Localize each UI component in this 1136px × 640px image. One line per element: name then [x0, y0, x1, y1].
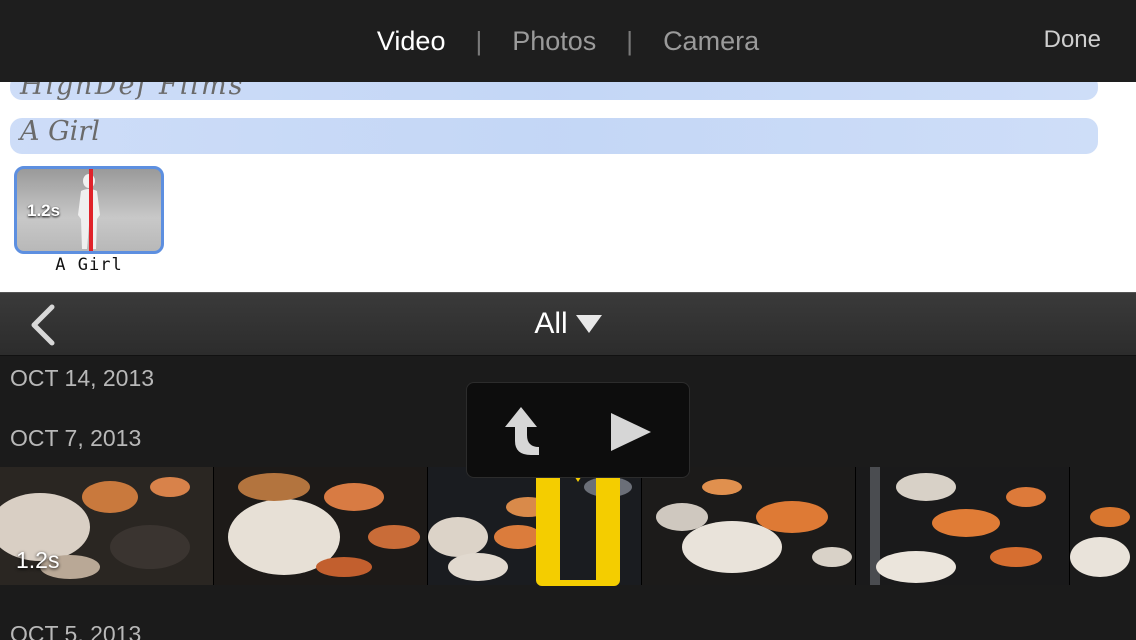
- clip-duration: 1.2s: [16, 547, 60, 573]
- filter-label: All: [534, 307, 568, 340]
- chevron-left-icon[interactable]: [24, 303, 64, 347]
- triangle-down-icon: [575, 315, 602, 333]
- video-frame: [214, 467, 428, 585]
- tab-separator: |: [475, 25, 483, 56]
- tab-video[interactable]: Video: [347, 26, 476, 57]
- playhead-marker: [89, 169, 93, 251]
- storyboard-title: HighDef Films: [20, 82, 245, 101]
- clip-duration: 1.2s: [27, 201, 61, 220]
- date-header: OCT 5, 2013: [10, 621, 142, 640]
- tab-camera[interactable]: Camera: [633, 26, 789, 57]
- clip-action-popover: [466, 382, 690, 478]
- video-frame: [856, 467, 1070, 585]
- date-header: OCT 14, 2013: [10, 365, 155, 391]
- top-bar: Video | Photos | Camera Done: [0, 0, 1136, 82]
- insert-arrow-icon[interactable]: [501, 405, 561, 459]
- clip-selection-handle[interactable]: [536, 466, 620, 586]
- tab-photos[interactable]: Photos: [482, 26, 626, 57]
- shot-title: A Girl: [20, 116, 100, 147]
- paint-band: [10, 118, 1098, 154]
- tab-separator: |: [626, 25, 634, 56]
- play-icon[interactable]: [601, 405, 661, 459]
- video-frame: [1070, 467, 1136, 585]
- media-browser-header: All: [0, 292, 1136, 356]
- storyboard-clip[interactable]: 1.2s: [14, 166, 164, 254]
- date-header: OCT 7, 2013: [10, 425, 142, 451]
- clip-label: A Girl: [55, 255, 123, 275]
- source-tabs: Video | Photos | Camera: [347, 26, 789, 57]
- done-button[interactable]: Done: [1044, 26, 1101, 54]
- video-frame: [642, 467, 856, 585]
- storyboard[interactable]: HighDef Films A Girl 1.2s A Girl: [0, 82, 1136, 292]
- filter-dropdown[interactable]: All: [534, 307, 602, 341]
